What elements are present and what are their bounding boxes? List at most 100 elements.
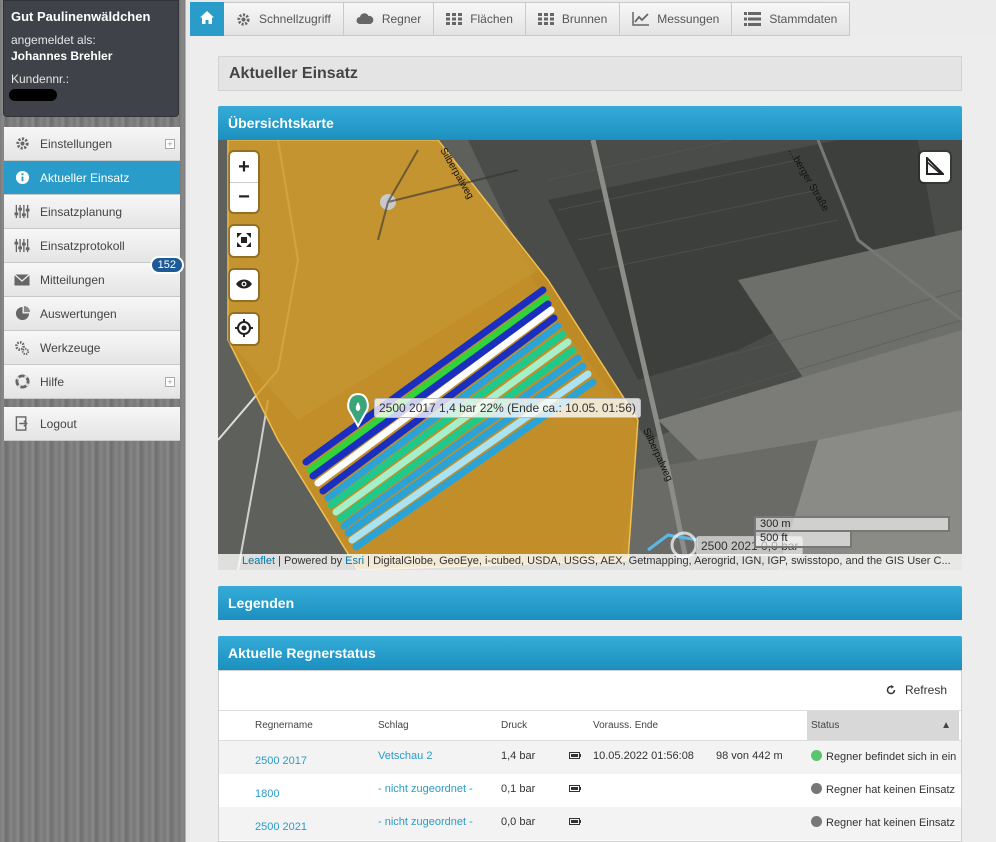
field-link[interactable]: - nicht zugeordnet - — [378, 783, 473, 795]
cogs-icon — [13, 339, 31, 357]
zoom-out-button[interactable]: − — [230, 182, 258, 212]
status-panel-header: Aktuelle Regnerstatus — [218, 636, 962, 670]
sidebar: Gut Paulinenwäldchen angemeldet als: Joh… — [0, 0, 184, 842]
nav-item-werkzeuge[interactable]: Werkzeuge — [4, 331, 180, 365]
status-cell: Regner befindet sich in ein — [811, 750, 959, 763]
refresh-button[interactable]: Refresh — [886, 683, 947, 697]
main-content: Aktueller Einsatz Übersichtskarte Silber… — [190, 36, 996, 842]
table-header: Regnername Schlag Druck Vorauss. Ende St… — [219, 711, 961, 741]
legend-panel-header[interactable]: Legenden — [218, 586, 962, 620]
tab-label: Flächen — [470, 12, 513, 26]
scale-bar-imperial: 500 ft — [754, 532, 852, 548]
status-cell: Regner hat keinen Einsatz — [811, 783, 959, 796]
nav-item-label: Hilfe — [40, 374, 65, 389]
sprinkler-name-link[interactable]: 2500 2021 — [255, 821, 307, 833]
sprinkler-status-panel: Refresh Regnername Schlag Druck Vorauss.… — [218, 670, 962, 842]
nav-item-label: Auswertungen — [40, 306, 117, 321]
tab-label: Messungen — [657, 12, 720, 26]
nav-item-einsatzplanung[interactable]: Einsatzplanung — [4, 195, 180, 229]
nav-item-aktueller-einsatz[interactable]: Aktueller Einsatz — [4, 161, 180, 195]
status-text: Regner befindet sich in ein — [826, 751, 957, 763]
battery-icon — [569, 750, 581, 762]
table-row: 2500 2017 Vetschau 2 1,4 bar 10.05.2022 … — [219, 741, 961, 774]
logged-in-label: angemeldet als: — [11, 33, 96, 47]
top-tab-bar: Schnellzugriff Regner Flächen Brunnen Me… — [190, 2, 851, 36]
sprinkler-name-link[interactable]: 2500 2017 — [255, 755, 307, 767]
column-header-field[interactable]: Schlag — [378, 720, 409, 731]
nav-item-mitteilungen[interactable]: Mitteilungen 152 — [4, 256, 184, 297]
status-cell: Regner hat keinen Einsatz — [811, 816, 959, 829]
nav-item-hilfe[interactable]: Hilfe + — [4, 365, 180, 399]
user-name: Johannes Brehler — [11, 49, 113, 63]
home-icon — [199, 10, 215, 28]
nav-item-einstellungen[interactable]: Einstellungen + — [4, 127, 180, 161]
zoom-control: + − — [230, 152, 258, 212]
gear-icon — [236, 12, 251, 27]
line-chart-icon — [632, 12, 650, 26]
map-panel-header: Übersichtskarte — [218, 106, 962, 140]
sort-ascending-icon: ▲ — [941, 720, 951, 731]
measure-button[interactable] — [920, 152, 950, 182]
pie-chart-icon — [13, 305, 31, 323]
nav-item-auswertungen[interactable]: Auswertungen — [4, 297, 180, 331]
tab-regner[interactable]: Regner — [343, 2, 435, 36]
esri-link[interactable]: Esri — [345, 555, 364, 567]
column-header-name[interactable]: Regnername — [255, 720, 313, 731]
fullscreen-button[interactable] — [230, 226, 258, 256]
column-header-status[interactable]: Status ▲ — [807, 711, 959, 740]
column-header-pressure[interactable]: Druck — [501, 720, 527, 731]
status-text: Regner hat keinen Einsatz — [826, 784, 956, 796]
fullscreen-icon — [237, 232, 251, 250]
estimated-end-value: 10.05.2022 01:56:08 — [593, 750, 694, 762]
table-row: 2500 2021 - nicht zugeordnet - 0,0 bar R… — [219, 807, 961, 840]
scale-bar-metric: 300 m — [754, 516, 950, 532]
field-link[interactable]: - nicht zugeordnet - — [378, 816, 473, 828]
tab-flaechen[interactable]: Flächen — [434, 2, 526, 36]
status-dot-icon — [811, 750, 822, 761]
sprinkler-tooltip: 2500 2017 1,4 bar 22% (Ende ca.: 10.05. … — [374, 398, 641, 418]
zoom-in-button[interactable]: + — [230, 152, 258, 182]
status-text: Regner hat keinen Einsatz — [826, 817, 956, 829]
ruler-icon — [926, 155, 946, 178]
attribution-text: | Powered by — [275, 555, 346, 567]
status-dot-icon — [811, 816, 822, 827]
sliders-icon — [13, 237, 31, 255]
column-header-end[interactable]: Vorauss. Ende — [593, 720, 658, 731]
info-icon — [13, 169, 31, 187]
locate-button[interactable] — [230, 314, 258, 344]
logout-button[interactable]: Logout — [4, 407, 180, 441]
leaflet-link[interactable]: Leaflet — [242, 555, 275, 567]
refresh-icon — [886, 685, 896, 695]
tab-brunnen[interactable]: Brunnen — [525, 2, 621, 36]
overview-map[interactable]: Silberpalweg Silberpalweg …berger Straße… — [218, 140, 962, 570]
attribution-text: | DigitalGlobe, GeoEye, i-cubed, USDA, U… — [364, 555, 951, 567]
tab-label: Schnellzugriff — [259, 12, 331, 26]
expand-icon[interactable]: + — [165, 139, 175, 149]
nav-item-label: Aktueller Einsatz — [40, 170, 130, 185]
customer-number-label: Kundennr.: — [11, 72, 70, 86]
progress-value: 98 von 442 m — [716, 750, 783, 762]
expand-icon[interactable]: + — [165, 377, 175, 387]
tab-label: Regner — [381, 12, 422, 26]
cloud-icon — [356, 13, 374, 25]
tab-messungen[interactable]: Messungen — [620, 2, 733, 36]
redacted-customer-number — [9, 89, 57, 101]
tab-home[interactable] — [190, 2, 224, 36]
battery-icon — [569, 816, 581, 828]
field-link[interactable]: Vetschau 2 — [378, 750, 432, 762]
envelope-icon — [13, 271, 31, 289]
main-nav: Einstellungen + Aktueller Einsatz Einsat… — [4, 127, 184, 399]
page-title: Aktueller Einsatz — [218, 56, 962, 91]
list-icon — [744, 12, 762, 26]
logout-label: Logout — [40, 416, 77, 431]
tab-label: Brunnen — [561, 12, 608, 26]
tab-stammdaten[interactable]: Stammdaten — [732, 2, 851, 36]
sprinkler-name-link[interactable]: 1800 — [255, 788, 279, 800]
tab-schnellzugriff[interactable]: Schnellzugriff — [224, 2, 344, 36]
column-header-status-label: Status — [811, 720, 840, 731]
gear-icon — [13, 135, 31, 153]
status-dot-icon — [811, 783, 822, 794]
visibility-toggle-button[interactable] — [230, 270, 258, 300]
account-box: Gut Paulinenwäldchen angemeldet als: Joh… — [3, 0, 179, 117]
pressure-value: 0,0 bar — [501, 816, 536, 828]
